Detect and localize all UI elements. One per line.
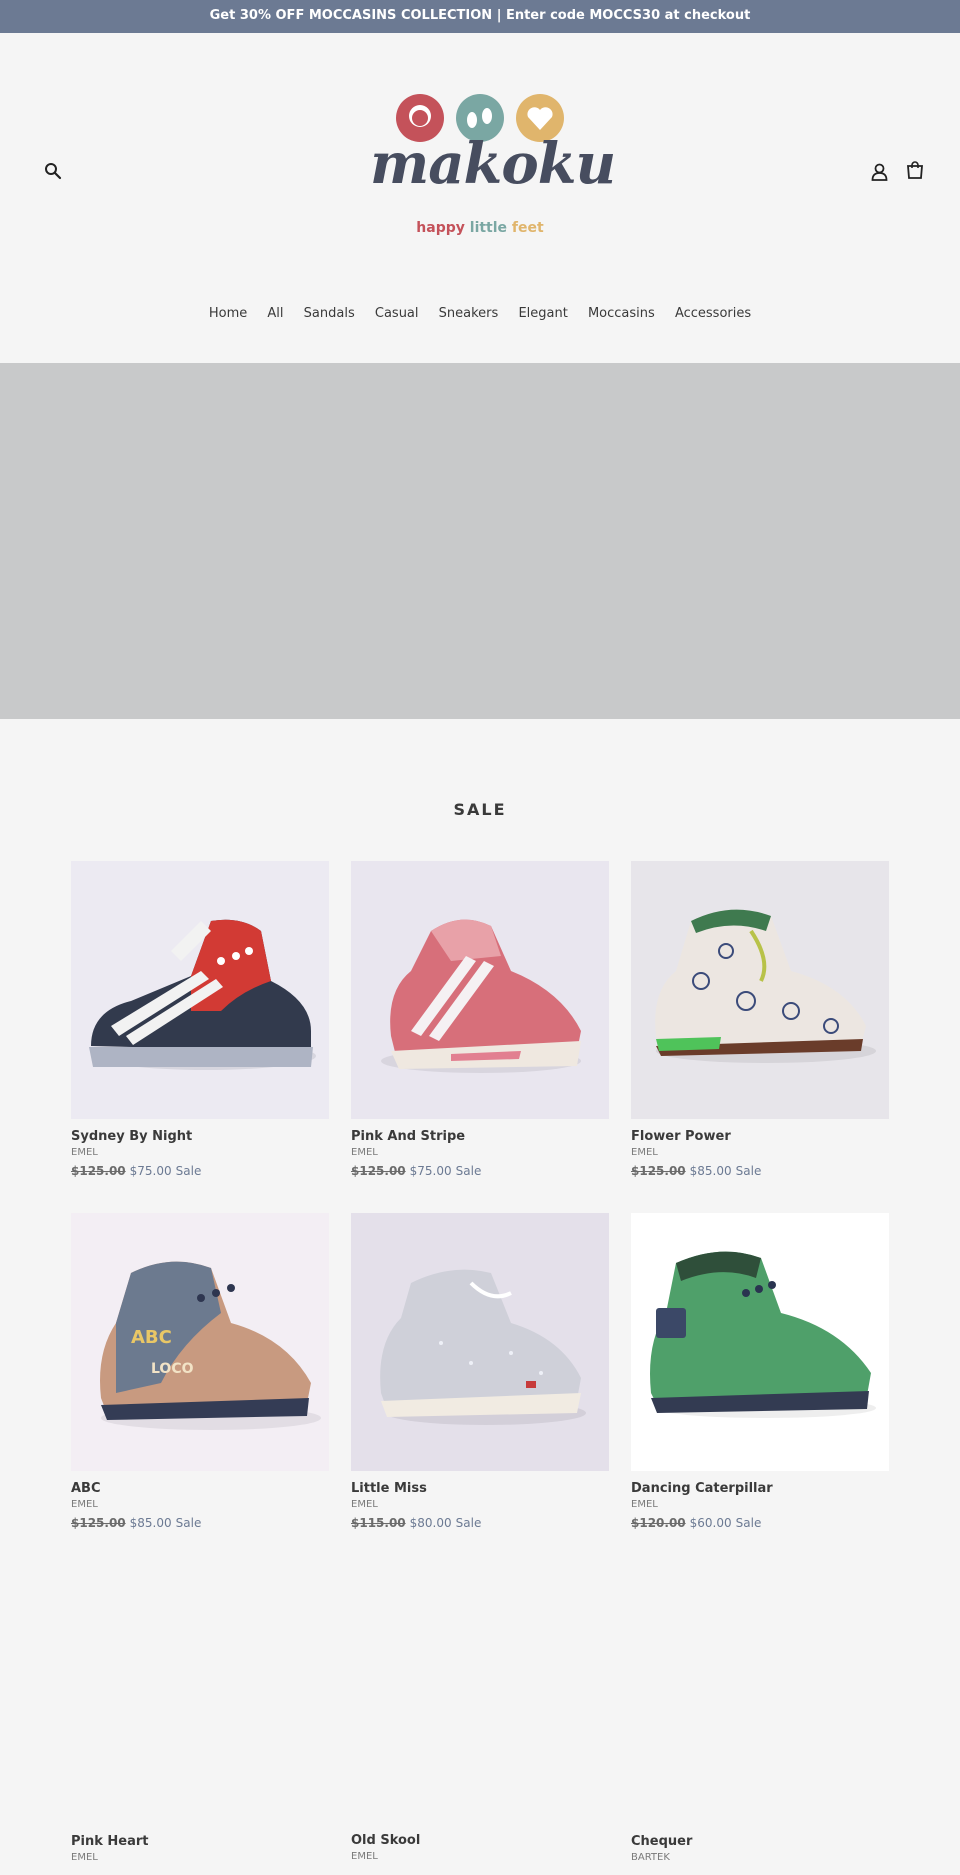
product-title[interactable]: ABC	[71, 1481, 329, 1496]
sale-badge: Sale	[175, 1516, 202, 1530]
product-vendor: EMEL	[351, 1147, 378, 1158]
product-image[interactable]	[71, 1566, 329, 1824]
hero-banner[interactable]	[0, 363, 960, 719]
product-price: $125.00 $85.00 Sale	[631, 1164, 889, 1178]
product-title[interactable]: Flower Power	[631, 1129, 889, 1144]
logo-wordmark: makoku	[370, 131, 616, 197]
product-price: $120.00 $60.00 Sale	[631, 1516, 889, 1530]
product-card[interactable]: Little Miss EMEL $115.00 $80.00 Sale	[351, 1213, 609, 1530]
price-original: $115.00	[351, 1516, 406, 1530]
product-title[interactable]: Dancing Caterpillar	[631, 1481, 889, 1496]
product-image[interactable]	[631, 1566, 889, 1824]
price-sale: $75.00	[129, 1164, 172, 1178]
product-vendor: EMEL	[631, 1499, 658, 1510]
product-vendor: EMEL	[351, 1499, 378, 1510]
product-vendor: EMEL	[71, 1852, 98, 1863]
product-price: $125.00 $75.00 Sale	[351, 1164, 609, 1178]
product-price: $115.00 $80.00 Sale	[351, 1516, 609, 1530]
nav-item-casual[interactable]: Casual	[367, 306, 427, 321]
search-icon[interactable]	[44, 162, 62, 180]
nav-item-sneakers[interactable]: Sneakers	[431, 306, 507, 321]
main-nav: Home All Sandals Casual Sneakers Elegant…	[0, 306, 960, 321]
sale-badge: Sale	[735, 1164, 762, 1178]
product-image[interactable]: ABC LOCO	[71, 1213, 329, 1471]
product-vendor: EMEL	[71, 1147, 98, 1158]
price-original: $125.00	[71, 1516, 126, 1530]
price-sale: $80.00	[409, 1516, 452, 1530]
logo[interactable]: makoku happy little feet	[370, 90, 616, 250]
product-card[interactable]: Flower Power EMEL $125.00 $85.00 Sale	[631, 861, 889, 1178]
price-original: $120.00	[631, 1516, 686, 1530]
svg-text:LOCO: LOCO	[151, 1361, 194, 1377]
price-sale: $60.00	[689, 1516, 732, 1530]
product-vendor: EMEL	[71, 1499, 98, 1510]
product-card[interactable]: Sydney By Night EMEL $125.00 $75.00 Sale	[71, 861, 329, 1178]
product-image[interactable]	[351, 861, 609, 1119]
product-image[interactable]	[351, 1565, 609, 1823]
announcement-bar[interactable]: Get 30% OFF MOCCASINS COLLECTION | Enter…	[0, 0, 960, 33]
product-vendor: EMEL	[351, 1851, 378, 1862]
product-image[interactable]	[631, 861, 889, 1119]
product-image[interactable]	[71, 861, 329, 1119]
product-price: $125.00 $85.00 Sale	[71, 1516, 329, 1530]
price-original: $125.00	[351, 1164, 406, 1178]
product-title[interactable]: Sydney By Night	[71, 1129, 329, 1144]
product-image[interactable]	[631, 1213, 889, 1471]
product-card[interactable]: Old Skool EMEL	[351, 1565, 609, 1862]
account-icon[interactable]	[871, 163, 888, 181]
logo-tagline: happy little feet	[416, 220, 544, 236]
svg-text:ABC: ABC	[131, 1327, 172, 1348]
nav-item-sandals[interactable]: Sandals	[296, 306, 363, 321]
price-original: $125.00	[631, 1164, 686, 1178]
sale-badge: Sale	[735, 1516, 762, 1530]
sale-badge: Sale	[455, 1164, 482, 1178]
product-card[interactable]: ABC LOCO ABC EMEL $125.00 $85.00 Sale	[71, 1213, 329, 1530]
cart-icon[interactable]	[906, 161, 924, 179]
product-title[interactable]: Little Miss	[351, 1481, 609, 1496]
nav-item-all[interactable]: All	[259, 306, 291, 321]
product-vendor: EMEL	[631, 1147, 658, 1158]
product-title[interactable]: Old Skool	[351, 1833, 609, 1848]
product-card[interactable]: Chequer BARTEK	[631, 1566, 889, 1863]
product-price: $125.00 $75.00 Sale	[71, 1164, 329, 1178]
product-title[interactable]: Pink Heart	[71, 1834, 329, 1849]
product-vendor: BARTEK	[631, 1852, 670, 1863]
announcement-text: Get 30% OFF MOCCASINS COLLECTION | Enter…	[209, 8, 751, 23]
product-card[interactable]: Pink Heart EMEL	[71, 1566, 329, 1863]
price-sale: $75.00	[409, 1164, 452, 1178]
sale-badge: Sale	[175, 1164, 202, 1178]
product-title[interactable]: Pink And Stripe	[351, 1129, 609, 1144]
price-sale: $85.00	[129, 1516, 172, 1530]
section-title: SALE	[453, 800, 507, 819]
nav-item-home[interactable]: Home	[201, 306, 255, 321]
price-sale: $85.00	[689, 1164, 732, 1178]
nav-item-elegant[interactable]: Elegant	[510, 306, 575, 321]
nav-item-accessories[interactable]: Accessories	[667, 306, 759, 321]
sale-badge: Sale	[455, 1516, 482, 1530]
product-card[interactable]: Pink And Stripe EMEL $125.00 $75.00 Sale	[351, 861, 609, 1178]
nav-item-moccasins[interactable]: Moccasins	[580, 306, 663, 321]
product-image[interactable]	[351, 1213, 609, 1471]
product-title[interactable]: Chequer	[631, 1834, 889, 1849]
price-original: $125.00	[71, 1164, 126, 1178]
product-card[interactable]: Dancing Caterpillar EMEL $120.00 $60.00 Sa…	[631, 1213, 889, 1530]
